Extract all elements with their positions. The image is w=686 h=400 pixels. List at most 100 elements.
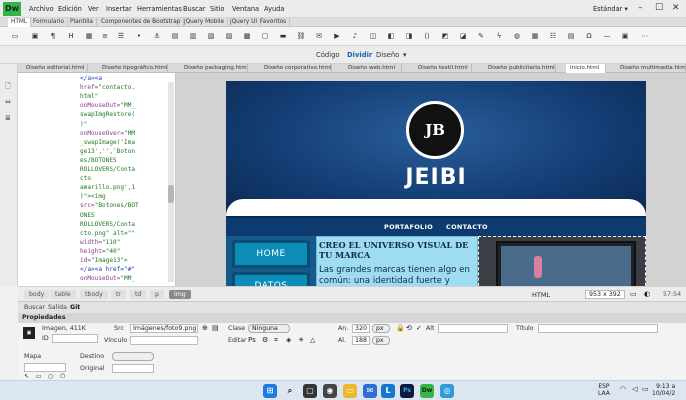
wifi-icon[interactable]: ◠ <box>620 385 626 393</box>
menu-insertar[interactable]: Insertar <box>106 5 132 13</box>
view-dropdown-icon[interactable]: ▾ <box>403 51 406 59</box>
template-icon[interactable]: ▤ <box>566 32 576 41</box>
code-line[interactable]: </a><a href="#" <box>18 266 175 274</box>
file-tab-packaging[interactable]: Diseño packaging.html <box>180 64 248 73</box>
search-icon[interactable]: ⌕ <box>283 384 297 398</box>
file-tab-editorial[interactable]: Diseño editorial.html <box>22 64 88 73</box>
insert-tab-favoritos[interactable]: Favoritos <box>257 18 291 27</box>
design-view-button[interactable]: Diseño <box>376 51 399 59</box>
format-icon[interactable]: ≣ <box>5 114 11 122</box>
special-char-icon[interactable]: Ω <box>584 32 594 41</box>
sharpen-icon[interactable]: △ <box>310 336 315 344</box>
video-icon[interactable]: ▶ <box>332 32 342 41</box>
code-line[interactable]: width="110" <box>18 239 175 247</box>
insert-tab-plantilla[interactable]: Plantilla <box>67 18 97 27</box>
figure-icon[interactable]: ◧ <box>386 32 396 41</box>
tag-p[interactable]: p <box>150 290 164 299</box>
height-input[interactable]: 188 <box>352 336 370 345</box>
commit-size-icon[interactable]: ✓ <box>416 324 422 332</box>
l-app-icon[interactable]: L <box>381 384 395 398</box>
insert-tab-html[interactable]: HTML <box>8 18 32 27</box>
flash-icon[interactable]: ϟ <box>494 32 504 41</box>
photoshop-icon[interactable]: Ps <box>400 384 414 398</box>
close-icon[interactable]: ✕ <box>672 3 680 13</box>
code-line[interactable]: ge13','','Boton <box>18 148 175 156</box>
menu-ventana[interactable]: Ventana <box>232 5 259 13</box>
rollover-icon[interactable]: ◍ <box>512 32 522 41</box>
layout-icon[interactable]: ▣ <box>620 32 630 41</box>
file-tab-publicitario[interactable]: Diseño publicitario.html <box>484 64 556 73</box>
chrome-icon[interactable]: ◎ <box>440 384 454 398</box>
table-icon[interactable]: ▦ <box>84 32 94 41</box>
code-line[interactable]: onMouseOut="MM_ <box>18 102 175 110</box>
battery-icon[interactable]: ▭ <box>642 385 649 393</box>
document-type[interactable]: HTML <box>532 291 550 299</box>
panel-tab-salida[interactable]: Salida <box>48 304 67 311</box>
code-line[interactable]: onMouseOut="MM_ <box>18 275 175 283</box>
file-explorer-icon[interactable]: ▭ <box>343 384 357 398</box>
panel-tab-buscar[interactable]: Buscar <box>24 304 45 311</box>
id-input[interactable] <box>52 334 98 343</box>
link-input[interactable] <box>130 336 198 345</box>
image-icon[interactable]: ▣ <box>30 32 40 41</box>
nav-contacto[interactable]: CONTACTO <box>446 223 488 231</box>
code-line[interactable]: href="contacto. <box>18 84 175 92</box>
dreamweaver-taskbar-icon[interactable]: Dw <box>420 384 434 398</box>
menu-ver[interactable]: Ver <box>88 5 99 13</box>
code-line[interactable]: onMouseOver="MM <box>18 130 175 138</box>
panel-tab-git[interactable]: Git <box>70 304 80 311</box>
clock[interactable]: 9:13 a 10/04/2 <box>652 383 675 397</box>
datos-button[interactable]: DATOS <box>232 272 310 286</box>
file-tab-inicio[interactable]: Inicio.html <box>566 64 606 73</box>
tag-body[interactable]: body <box>24 290 50 299</box>
original-input[interactable] <box>112 364 154 373</box>
preview-icon[interactable]: ▭ <box>630 290 637 298</box>
split-view-button[interactable]: Dividir <box>347 51 372 59</box>
expand-icon[interactable]: ⇔ <box>5 98 11 106</box>
list-ol-icon[interactable]: ☰ <box>116 32 126 41</box>
code-scrollbar-thumb[interactable] <box>168 185 174 203</box>
menu-ayuda[interactable]: Ayuda <box>264 5 284 13</box>
volume-icon[interactable]: ◁ <box>632 385 637 393</box>
reset-size-icon[interactable]: ⟲ <box>406 324 412 332</box>
task-view-icon[interactable]: ▢ <box>303 384 317 398</box>
code-line[interactable]: cto.png" alt="" <box>18 230 175 238</box>
insert-tab-jquery-mobile[interactable]: jQuery Mobile <box>181 18 229 27</box>
paragraph-icon[interactable]: ¶ <box>48 32 58 41</box>
footer-icon[interactable]: ▬ <box>278 32 288 41</box>
date-icon[interactable]: ▦ <box>530 32 540 41</box>
code-line[interactable]: ROLLOVERS/Conta <box>18 166 175 174</box>
navbar-icon[interactable]: ☷ <box>548 32 558 41</box>
code-view-button[interactable]: Código <box>316 51 340 59</box>
file-tab-multimedia[interactable]: Diseño multimedia.html <box>616 64 686 73</box>
poly-hotspot-icon[interactable]: ⬠ <box>60 373 65 380</box>
script-icon[interactable]: ⟨⟩ <box>422 32 432 41</box>
code-line[interactable]: id="Image13"> <box>18 257 175 265</box>
div-icon[interactable]: ▭ <box>10 32 20 41</box>
tag-tbody[interactable]: tbody <box>80 290 108 299</box>
main-icon[interactable]: ▧ <box>206 32 216 41</box>
width-input[interactable]: 320 <box>352 324 370 333</box>
brightness-icon[interactable]: ☀ <box>298 336 304 344</box>
code-line[interactable]: </a><a <box>18 75 175 83</box>
audio-icon[interactable]: ♪ <box>350 32 360 41</box>
class-select[interactable]: Ninguna <box>248 324 290 333</box>
meta-icon[interactable]: ◪ <box>458 32 468 41</box>
section-icon[interactable]: ▢ <box>260 32 270 41</box>
tag-tr[interactable]: tr <box>111 290 126 299</box>
file-tab-web[interactable]: Diseño web.html <box>344 64 402 73</box>
start-icon[interactable]: ⊞ <box>263 384 277 398</box>
aside-icon[interactable]: ▨ <box>224 32 234 41</box>
code-line[interactable]: cto <box>18 175 175 183</box>
canvas-icon[interactable]: ◫ <box>368 32 378 41</box>
keyboard-language[interactable]: ESP LAA <box>598 383 610 397</box>
code-line[interactable]: ROLLOVERS/Conta <box>18 221 175 229</box>
code-line[interactable]: html" <box>18 93 175 101</box>
resample-icon[interactable]: ◈ <box>286 336 291 344</box>
menu-herramientas[interactable]: Herramientas <box>137 5 182 13</box>
insert-tab-formulario[interactable]: Formulario <box>30 18 68 27</box>
point-to-file-icon[interactable]: ⊕ <box>202 324 208 332</box>
anchor-icon[interactable]: ⚓ <box>152 32 162 41</box>
home-button[interactable]: HOME <box>232 240 310 268</box>
tag-table[interactable]: table <box>50 290 76 299</box>
